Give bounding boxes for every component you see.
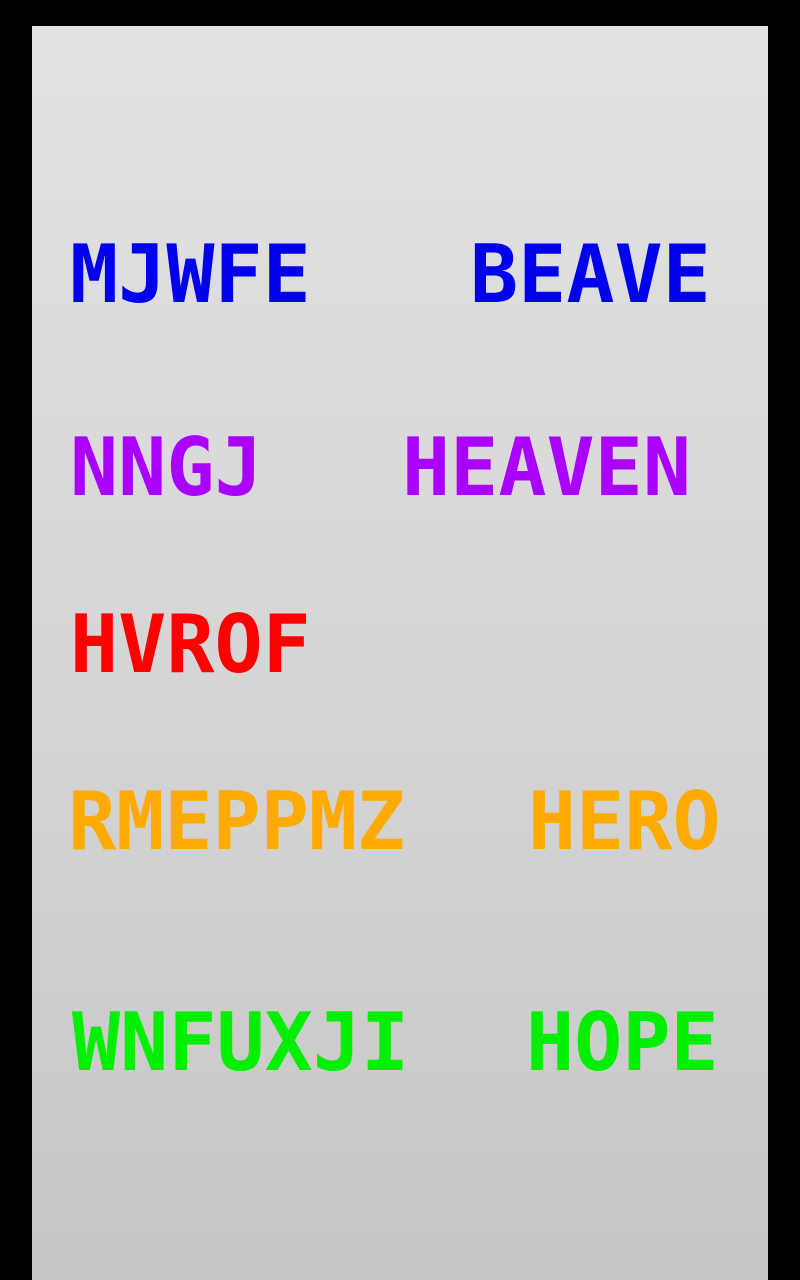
word-right-row-4[interactable]: HERO [528, 782, 721, 862]
word-left-row-1[interactable]: MJWFE [70, 235, 311, 315]
word-right-row-2[interactable]: HEAVEN [402, 428, 691, 508]
word-left-row-5[interactable]: WNFUXJI [72, 1003, 409, 1083]
word-left-row-4[interactable]: RMEPPMZ [68, 782, 405, 862]
word-left-row-3[interactable]: HVROF [70, 605, 311, 685]
word-left-row-2[interactable]: NNGJ [70, 428, 263, 508]
word-board: MJWFE BEAVE NNGJ HEAVEN HVROF RMEPPMZ HE… [32, 26, 768, 1280]
word-right-row-1[interactable]: BEAVE [470, 235, 711, 315]
word-right-row-5[interactable]: HOPE [526, 1003, 719, 1083]
game-screen: MJWFE BEAVE NNGJ HEAVEN HVROF RMEPPMZ HE… [0, 0, 800, 1280]
